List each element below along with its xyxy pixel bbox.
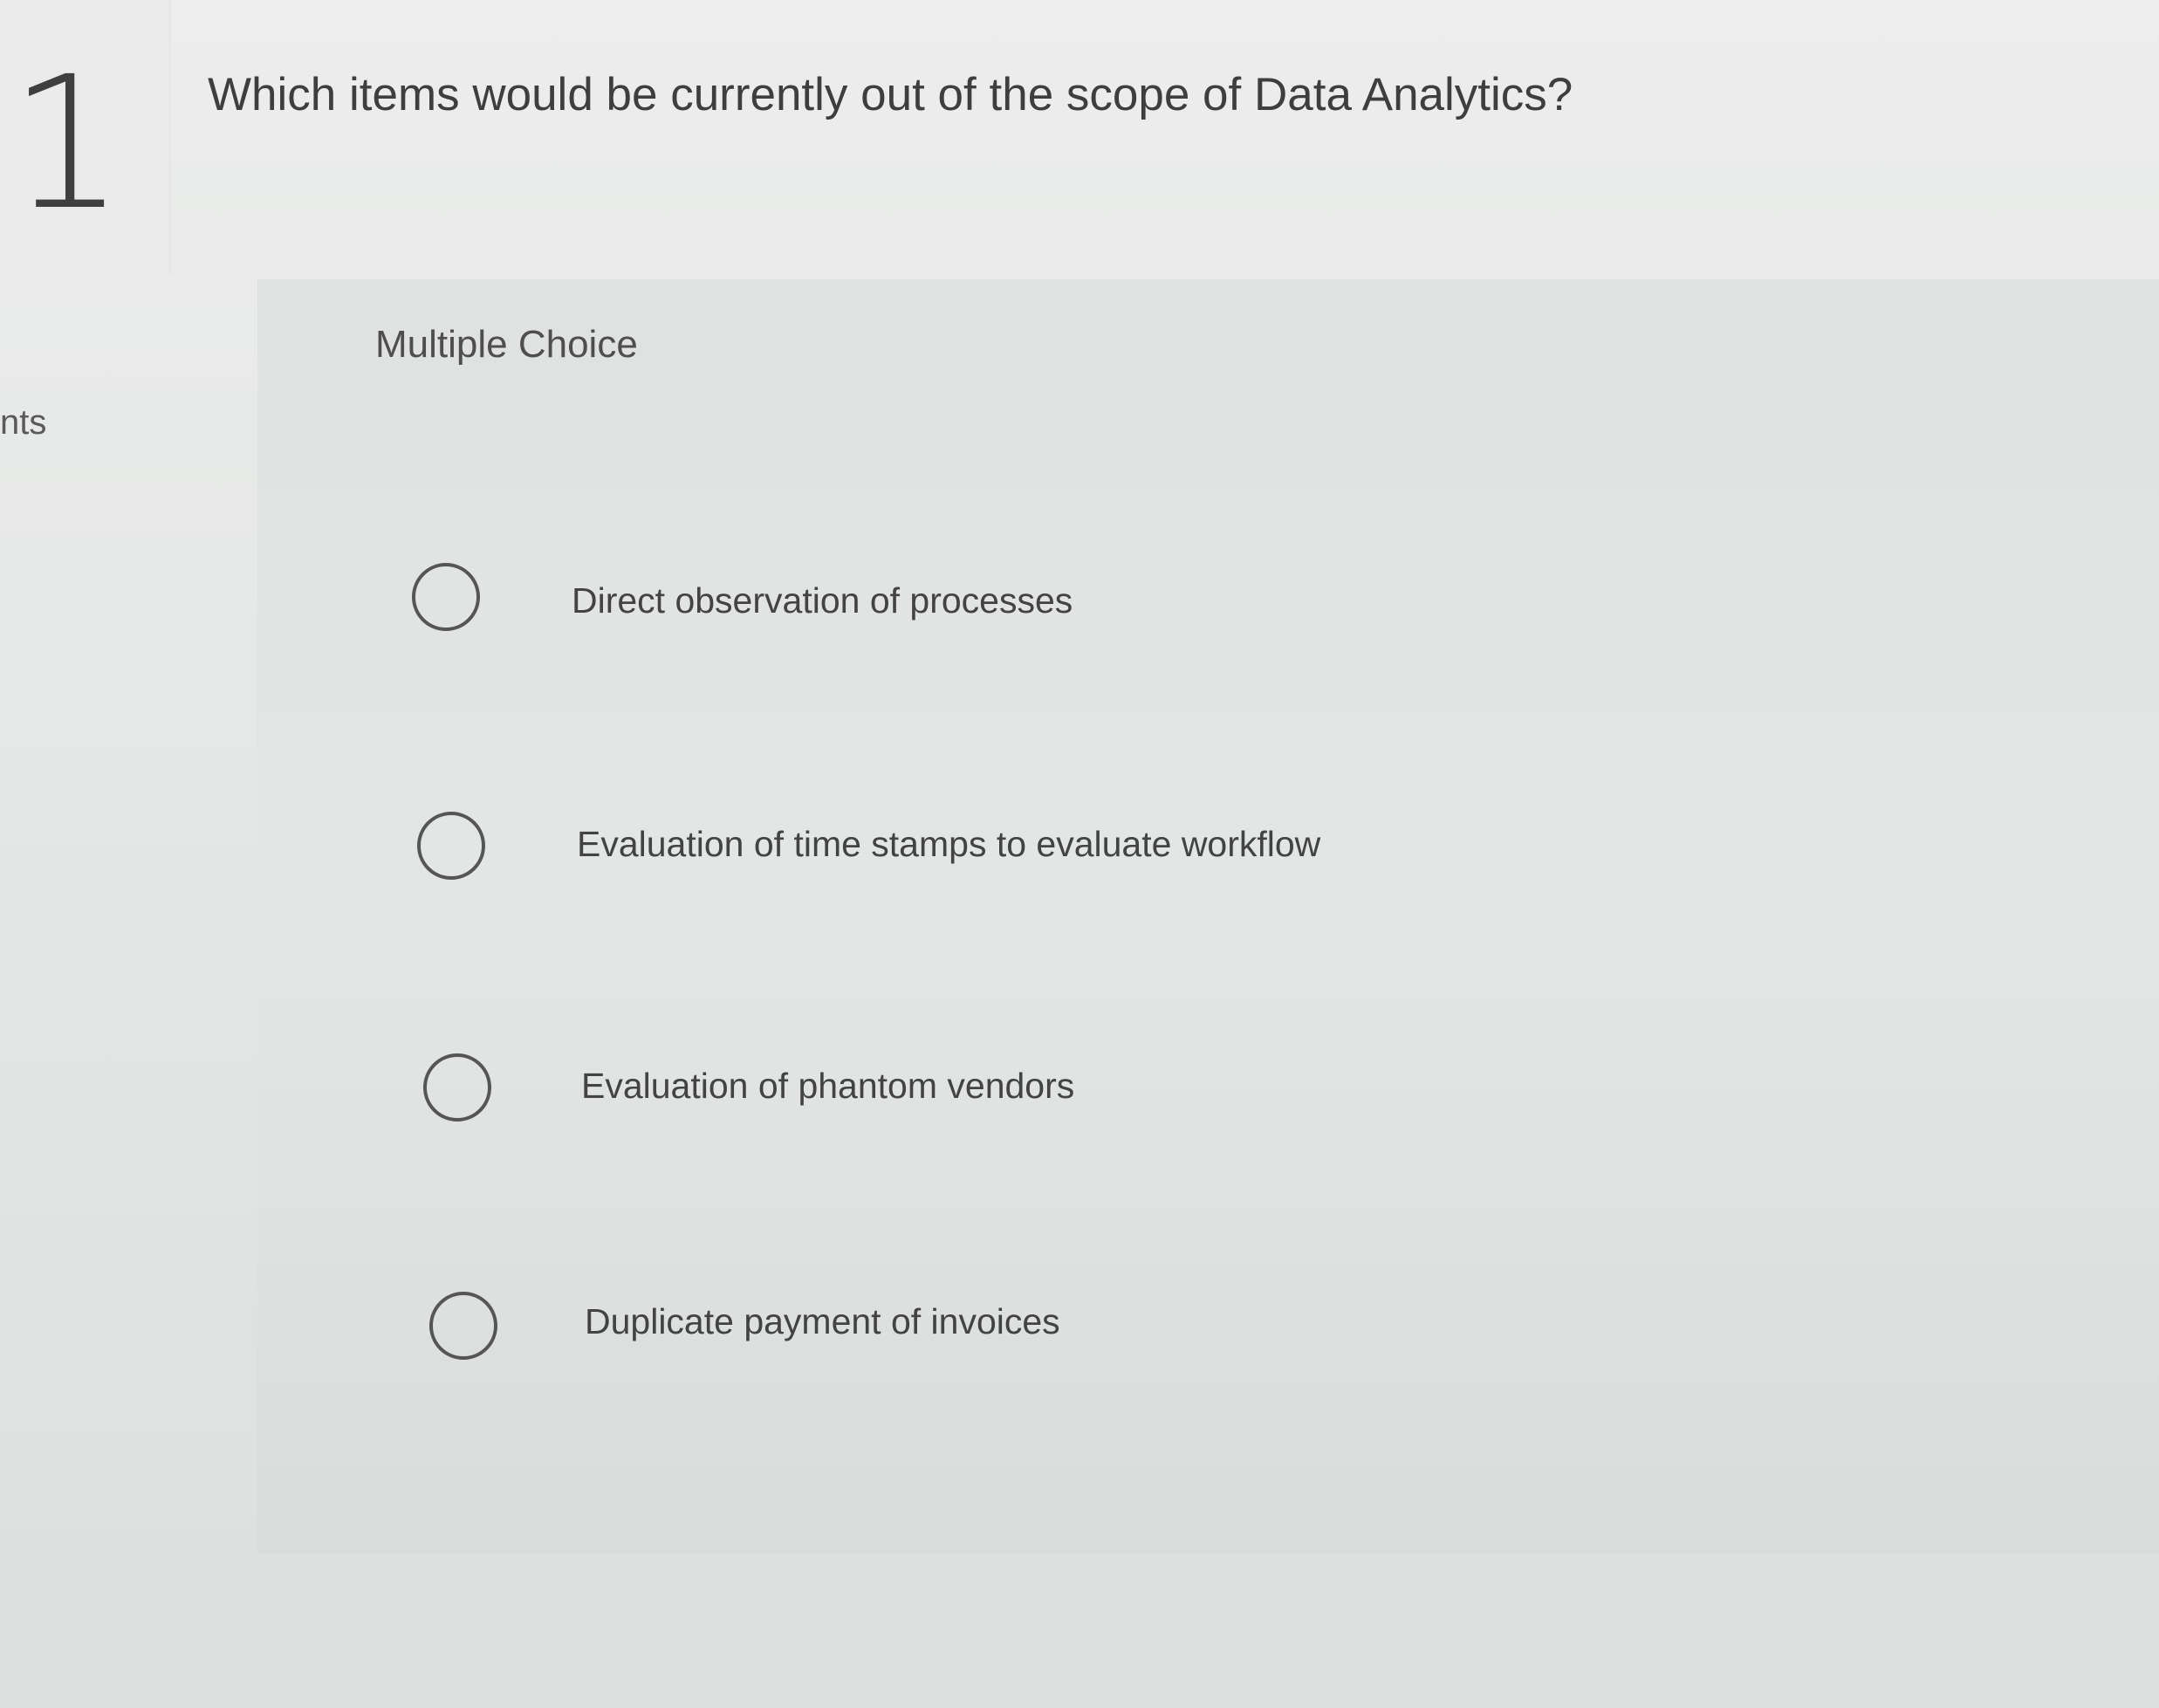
- question-number-gutter: 1: [0, 0, 171, 275]
- option-radio-1[interactable]: [412, 563, 480, 631]
- option-label-1[interactable]: Direct observation of processes: [572, 580, 1073, 621]
- question-number: 1: [9, 37, 126, 250]
- question-text: Which items would be currently out of th…: [208, 69, 1573, 120]
- option-radio-4[interactable]: [429, 1292, 497, 1360]
- option-label-3[interactable]: Evaluation of phantom vendors: [581, 1066, 1074, 1107]
- option-radio-2[interactable]: [417, 812, 485, 880]
- option-radio-3[interactable]: [423, 1053, 491, 1122]
- option-label-2[interactable]: Evaluation of time stamps to evaluate wo…: [577, 824, 1320, 865]
- option-label-4[interactable]: Duplicate payment of invoices: [585, 1301, 1060, 1342]
- points-label: nts: [0, 403, 47, 442]
- question-type-label: Multiple Choice: [375, 323, 638, 366]
- answer-card: [257, 279, 2159, 1554]
